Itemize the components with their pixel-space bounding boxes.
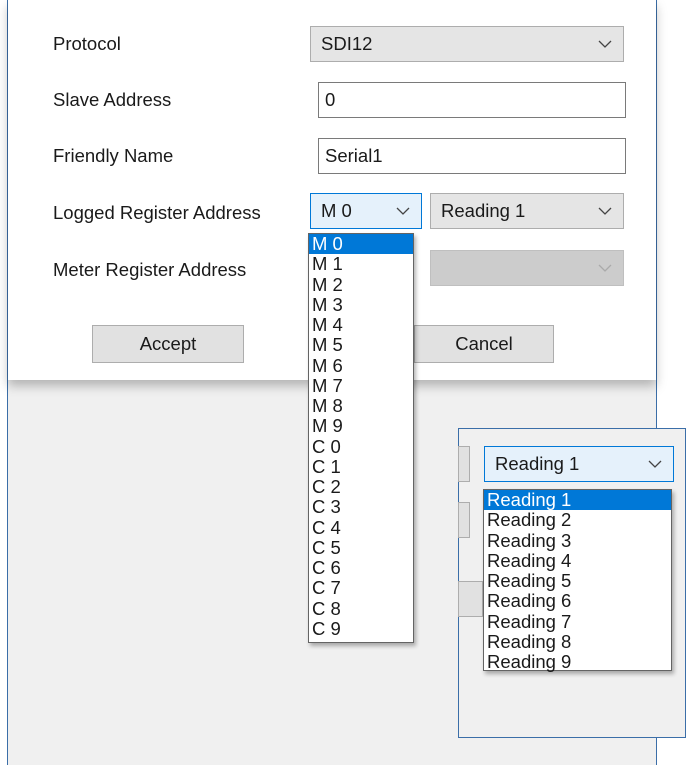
logged-register-label: Logged Register Address — [53, 202, 261, 223]
logged-register-value: M 0 — [321, 200, 352, 221]
slave-address-field[interactable]: 0 — [318, 82, 626, 118]
register-option[interactable]: M 9 — [309, 416, 413, 436]
chevron-down-icon — [597, 27, 613, 61]
reading-option[interactable]: Reading 8 — [484, 631, 671, 652]
register-option[interactable]: C 3 — [309, 497, 413, 517]
register-option[interactable]: C 2 — [309, 476, 413, 497]
register-option[interactable]: M 2 — [309, 274, 413, 295]
accept-button[interactable]: Accept — [92, 325, 244, 363]
protocol-label: Protocol — [53, 33, 121, 54]
register-option[interactable]: M 0 — [309, 233, 413, 255]
register-option[interactable]: M 3 — [309, 294, 413, 315]
inset-reading-value: Reading 1 — [495, 453, 580, 474]
friendly-name-field[interactable]: Serial1 — [318, 138, 626, 174]
slave-address-label: Slave Address — [53, 89, 172, 110]
chevron-down-icon — [647, 447, 663, 481]
partial-control — [458, 502, 470, 538]
register-option[interactable]: C 5 — [309, 537, 413, 558]
register-dropdown-list: M 0M 1M 2M 3M 4M 5M 6M 7M 8M 9C 0C 1C 2C… — [308, 233, 414, 643]
partial-control — [458, 581, 483, 617]
register-option[interactable]: M 7 — [309, 375, 413, 396]
chevron-down-icon — [395, 194, 411, 228]
chevron-down-icon — [597, 194, 613, 228]
logged-reading-select[interactable]: Reading 1 — [430, 193, 624, 229]
inset-reading-select[interactable]: Reading 1 — [484, 446, 674, 482]
logged-reading-value: Reading 1 — [441, 200, 526, 221]
protocol-value: SDI12 — [321, 33, 373, 54]
register-option[interactable]: C 9 — [309, 618, 413, 639]
reading-option[interactable]: Reading 5 — [484, 570, 671, 591]
meter-register-label: Meter Register Address — [53, 259, 247, 280]
reading-option[interactable]: Reading 6 — [484, 591, 671, 611]
reading-dropdown-list: Reading 1 Reading 2 Reading 3 Reading 4 Read… — [483, 489, 672, 672]
partial-control — [458, 446, 470, 482]
register-option[interactable]: C 1 — [309, 456, 413, 477]
register-option[interactable]: M 5 — [309, 335, 413, 355]
reading-option[interactable]: Reading 9 — [484, 651, 671, 672]
reading-option[interactable]: Reading 2 — [484, 510, 671, 530]
register-option[interactable]: M 1 — [309, 254, 413, 274]
register-option[interactable]: M 6 — [309, 355, 413, 376]
register-option[interactable]: C 4 — [309, 517, 413, 538]
protocol-select[interactable]: SDI12 — [310, 26, 624, 62]
reading-option[interactable]: Reading 4 — [484, 550, 671, 571]
friendly-name-label: Friendly Name — [53, 145, 174, 166]
reading-option[interactable]: Reading 7 — [484, 611, 671, 632]
cancel-button[interactable]: Cancel — [414, 325, 554, 363]
chevron-down-icon — [597, 251, 613, 285]
register-option[interactable]: C 7 — [309, 578, 413, 598]
register-option[interactable]: M 8 — [309, 395, 413, 416]
register-option[interactable]: C 6 — [309, 557, 413, 578]
register-option[interactable]: C 8 — [309, 598, 413, 619]
reading-option[interactable]: Reading 1 — [484, 489, 671, 511]
meter-reading-select[interactable] — [430, 250, 624, 286]
logged-register-select[interactable]: M 0 — [310, 193, 422, 229]
register-option[interactable]: M 4 — [309, 314, 413, 335]
register-option[interactable]: C 0 — [309, 436, 413, 457]
reading-option[interactable]: Reading 3 — [484, 530, 671, 551]
